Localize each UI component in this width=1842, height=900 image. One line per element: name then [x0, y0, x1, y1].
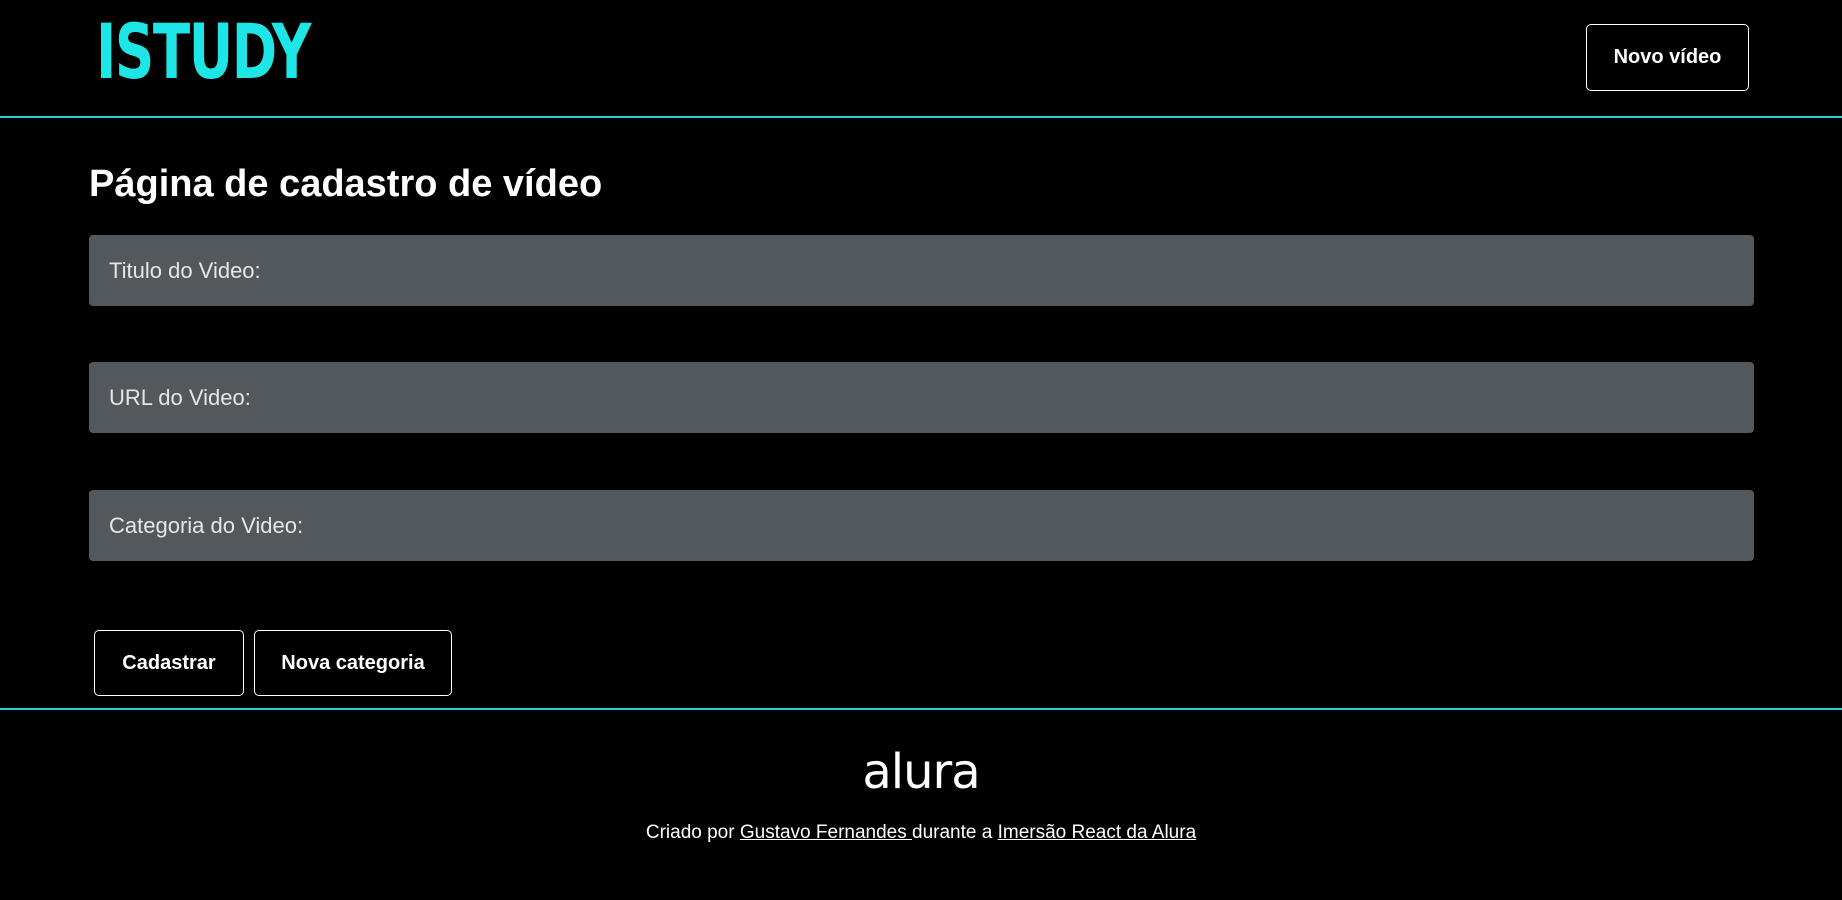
video-title-label: Titulo do Video:: [109, 257, 261, 283]
video-category-field[interactable]: Categoria do Video:: [89, 490, 1754, 561]
video-category-label: Categoria do Video:: [109, 512, 304, 538]
new-category-button[interactable]: Nova categoria: [254, 630, 452, 696]
event-link[interactable]: Imersão React da Alura: [998, 822, 1197, 843]
video-title-field[interactable]: Titulo do Video:: [89, 235, 1754, 306]
video-url-field[interactable]: URL do Video:: [89, 362, 1754, 433]
footer: alura Criado por Gustavo Fernandes duran…: [0, 708, 1842, 900]
footer-middle: durante a: [912, 822, 998, 843]
header: ISTUDY Novo vídeo: [0, 0, 1842, 118]
new-video-button[interactable]: Novo vídeo: [1586, 24, 1749, 91]
video-url-label: URL do Video:: [109, 384, 251, 410]
footer-prefix: Criado por: [645, 822, 740, 843]
page-title: Página de cadastro de vídeo: [89, 163, 603, 205]
author-link[interactable]: Gustavo Fernandes: [740, 822, 912, 843]
alura-logo: alura: [862, 744, 980, 800]
submit-button[interactable]: Cadastrar: [94, 630, 244, 696]
app-logo[interactable]: ISTUDY: [96, 14, 311, 90]
footer-credits: Criado por Gustavo Fernandes durante a I…: [0, 822, 1842, 844]
